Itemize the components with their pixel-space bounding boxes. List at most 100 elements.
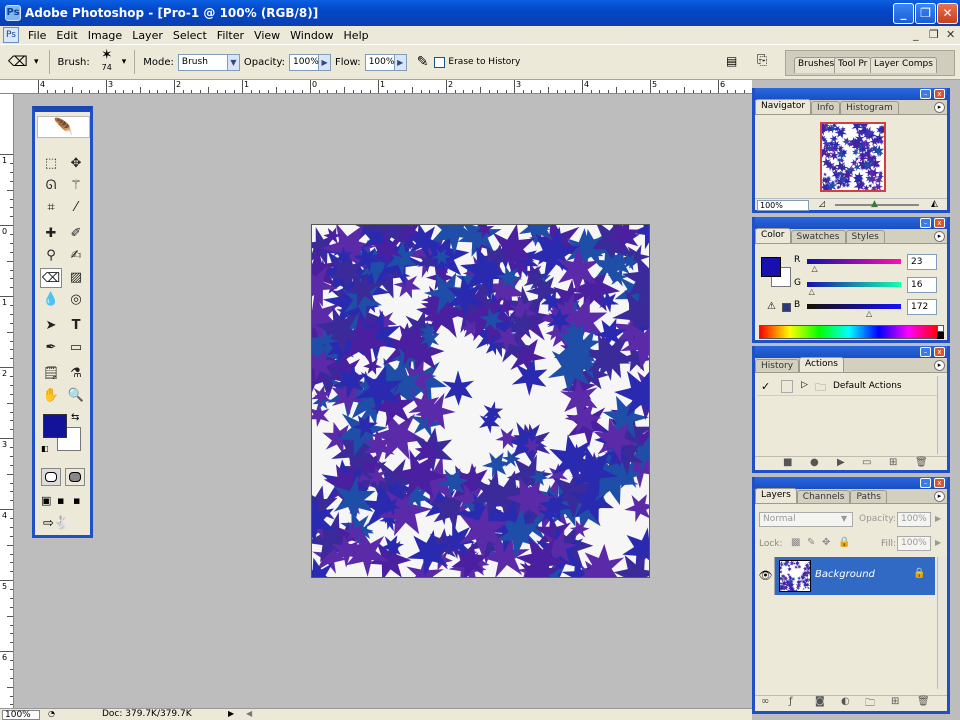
- new-action-icon[interactable]: ⊞: [889, 457, 897, 468]
- erase-to-history-checkbox[interactable]: [434, 56, 446, 68]
- menu-layer[interactable]: Layer: [127, 29, 168, 42]
- g-slider-thumb[interactable]: △: [809, 288, 817, 296]
- tab-color[interactable]: Color: [755, 228, 791, 243]
- document-icon[interactable]: Ps: [3, 27, 19, 43]
- menu-help[interactable]: Help: [339, 29, 374, 42]
- slice-tool-icon[interactable]: ⁄: [65, 198, 87, 218]
- palette-minimize-button[interactable]: –: [920, 347, 931, 357]
- palette-minimize-button[interactable]: –: [920, 478, 931, 488]
- palette-menu-icon[interactable]: ▸: [934, 231, 945, 242]
- layer-name[interactable]: Background: [815, 569, 875, 580]
- close-button[interactable]: ✕: [937, 3, 958, 24]
- doc-minimize-button[interactable]: _: [913, 28, 919, 41]
- menu-image[interactable]: Image: [83, 29, 127, 42]
- mode-select[interactable]: Brush: [177, 53, 228, 71]
- airbrush-icon[interactable]: ✎: [417, 54, 429, 70]
- status-menu-arrow-icon[interactable]: ▶: [228, 709, 234, 718]
- maximize-button[interactable]: ❐: [915, 3, 936, 24]
- white-swatch[interactable]: [937, 325, 944, 332]
- pen-tool-icon[interactable]: ✒: [40, 338, 62, 358]
- palette-close-button[interactable]: x: [934, 89, 945, 99]
- g-slider[interactable]: [807, 282, 901, 287]
- gamut-warning-icon[interactable]: ⚠: [767, 301, 776, 312]
- brush-dropdown-icon[interactable]: ▾: [122, 57, 127, 67]
- b-value-field[interactable]: 172: [907, 299, 937, 315]
- tab-channels[interactable]: Channels: [796, 490, 851, 503]
- layer-row-background[interactable]: 👁 Background 🔒: [757, 557, 935, 595]
- menu-view[interactable]: View: [249, 29, 285, 42]
- brush-tool-icon[interactable]: ✐: [65, 224, 87, 244]
- tab-info[interactable]: Info: [811, 101, 841, 114]
- vertical-ruler[interactable]: 1 0 1 2 3 4 5 6: [0, 94, 14, 708]
- menu-window[interactable]: Window: [285, 29, 338, 42]
- gradient-tool-icon[interactable]: ▨: [65, 268, 87, 288]
- move-tool-icon[interactable]: ✥: [65, 154, 87, 174]
- well-tab-layer-comps[interactable]: Layer Comps: [870, 57, 937, 73]
- palette-menu-icon[interactable]: ▸: [934, 491, 945, 502]
- toggle-item-checkmark-icon[interactable]: ✓: [761, 380, 770, 393]
- well-tab-tool-presets[interactable]: Tool Pr: [834, 57, 872, 73]
- blend-dropdown-icon[interactable]: ▼: [841, 514, 847, 523]
- tab-history[interactable]: History: [755, 359, 800, 372]
- crop-tool-icon[interactable]: ⌗: [40, 198, 62, 218]
- b-slider-thumb[interactable]: △: [866, 310, 874, 318]
- lock-transparent-icon[interactable]: ▩: [791, 537, 800, 548]
- palette-menu-icon[interactable]: ▸: [934, 102, 945, 113]
- photoshop-app-icon[interactable]: Ps: [5, 5, 21, 21]
- zoom-tool-icon[interactable]: 🔍: [65, 386, 87, 406]
- tool-preset-dropdown-icon[interactable]: ▾: [34, 57, 39, 67]
- rectangle-tool-icon[interactable]: ▭: [65, 338, 87, 358]
- eyedropper-tool-icon[interactable]: ⚗: [65, 364, 87, 384]
- palette-icon[interactable]: ▤: [726, 54, 737, 68]
- record-icon[interactable]: ●: [810, 457, 819, 468]
- tab-layers[interactable]: Layers: [755, 488, 797, 503]
- palette-menu-icon[interactable]: ▸: [934, 360, 945, 371]
- palette-close-button[interactable]: x: [934, 218, 945, 228]
- lock-all-icon[interactable]: 🔒: [838, 537, 850, 548]
- r-value-field[interactable]: 23: [907, 254, 937, 270]
- fill-arrow-icon[interactable]: ▶: [935, 538, 941, 547]
- palette-titlebar[interactable]: – x: [755, 346, 947, 358]
- dodge-tool-icon[interactable]: ◎: [65, 290, 87, 310]
- screen-mode-full-menu-icon[interactable]: ▪: [57, 494, 64, 507]
- layers-scrollbar[interactable]: [937, 557, 947, 689]
- screen-mode-standard-icon[interactable]: ▣: [41, 494, 51, 507]
- zoom-in-icon[interactable]: ◭: [931, 199, 938, 209]
- actions-scrollbar[interactable]: [937, 376, 947, 454]
- marquee-tool-icon[interactable]: ⬚: [40, 154, 62, 174]
- mode-dropdown-icon[interactable]: ▼: [227, 53, 240, 71]
- layer-style-icon[interactable]: ƒ: [789, 696, 793, 707]
- tab-navigator[interactable]: Navigator: [755, 99, 812, 114]
- file-browser-icon[interactable]: ⎘: [757, 53, 767, 68]
- layer-visibility-eye-icon[interactable]: 👁: [757, 557, 775, 595]
- tab-paths[interactable]: Paths: [850, 490, 887, 503]
- doc-close-button[interactable]: ✕: [946, 28, 955, 41]
- tab-histogram[interactable]: Histogram: [840, 101, 899, 114]
- well-tab-brushes[interactable]: Brushes: [794, 57, 839, 73]
- gamut-color-swatch[interactable]: [782, 303, 791, 312]
- history-brush-tool-icon[interactable]: ✍: [65, 246, 87, 266]
- brush-picker[interactable]: ✶ 74: [94, 47, 120, 77]
- eraser-tool-icon[interactable]: ⌫: [40, 268, 62, 288]
- menu-filter[interactable]: Filter: [212, 29, 249, 42]
- flow-field[interactable]: 100%: [364, 53, 395, 71]
- scroll-left-icon[interactable]: ◀: [246, 709, 252, 718]
- zoom-out-icon[interactable]: ◿: [819, 199, 825, 208]
- document-canvas[interactable]: [311, 224, 650, 578]
- palette-minimize-button[interactable]: –: [920, 89, 931, 99]
- adjustment-layer-icon[interactable]: ◐: [841, 696, 850, 707]
- notes-tool-icon[interactable]: 🗒: [40, 364, 62, 384]
- menu-select[interactable]: Select: [168, 29, 212, 42]
- status-preview-icon[interactable]: ◔: [48, 709, 55, 718]
- hand-tool-icon[interactable]: ✋: [40, 386, 62, 406]
- type-tool-icon[interactable]: T: [65, 316, 87, 336]
- tab-styles[interactable]: Styles: [845, 230, 885, 243]
- stop-icon[interactable]: ■: [783, 457, 792, 468]
- opacity-arrow-icon[interactable]: ▶: [935, 514, 941, 523]
- tab-actions[interactable]: Actions: [799, 357, 844, 372]
- action-set-row[interactable]: ✓ ▷ 🗀 Default Actions: [757, 378, 937, 396]
- r-slider[interactable]: [807, 259, 901, 264]
- g-value-field[interactable]: 16: [907, 277, 937, 293]
- minimize-button[interactable]: _: [893, 3, 914, 24]
- blend-mode-select[interactable]: Normal: [759, 512, 853, 527]
